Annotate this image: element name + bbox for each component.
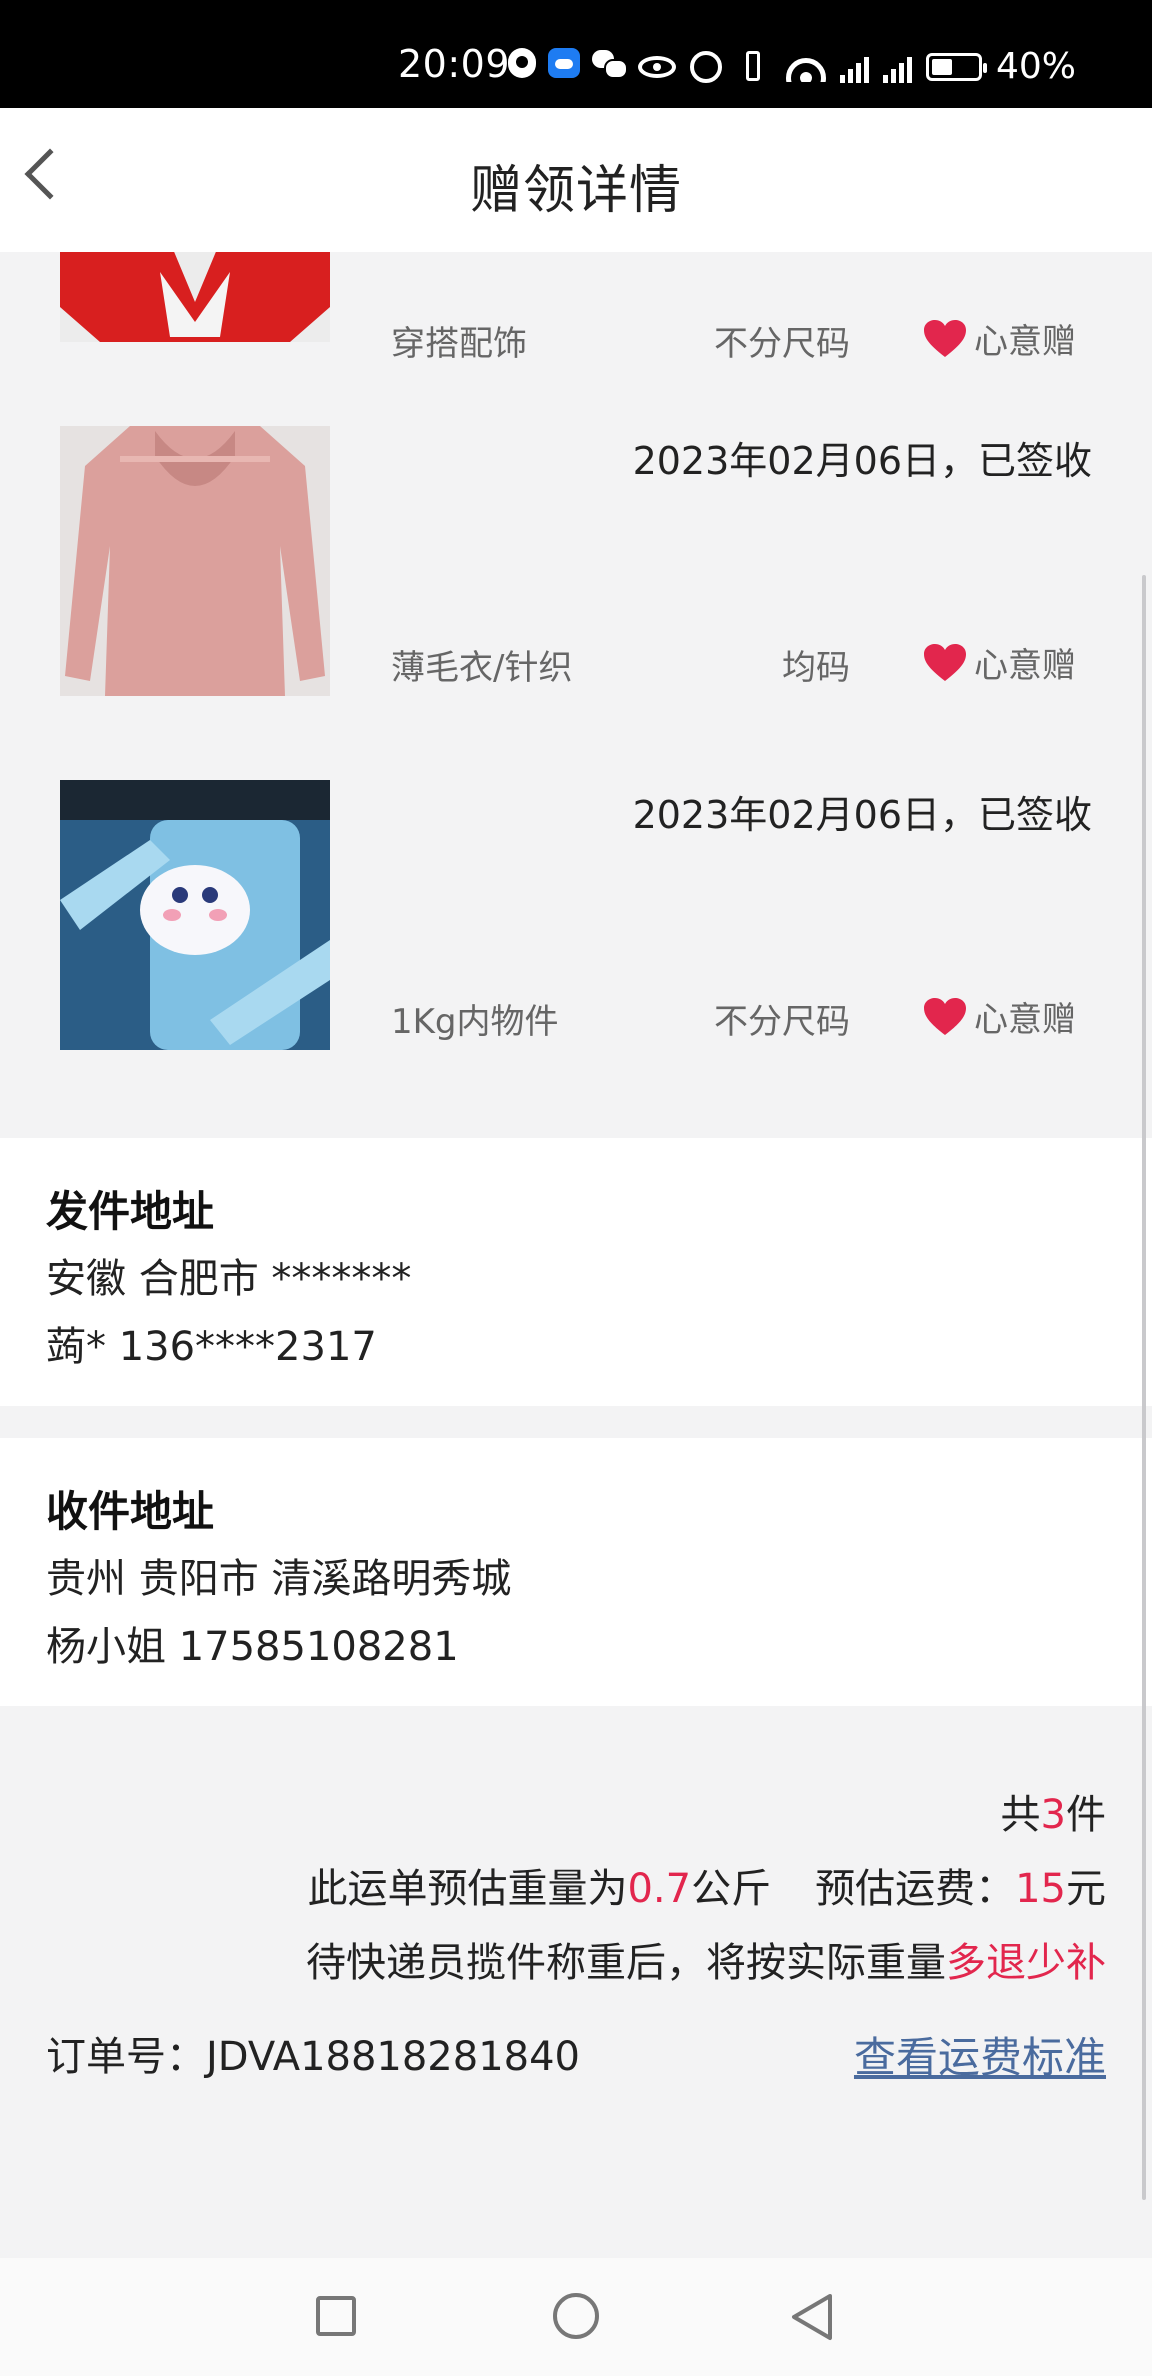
heart-icon: [924, 997, 966, 1036]
home-icon[interactable]: [553, 2293, 599, 2339]
vibrate-icon: [736, 50, 772, 83]
count-suffix: 件: [1066, 1792, 1106, 1838]
receiver-contact: 杨小姐 17585108281: [46, 1624, 459, 1670]
item-date: 2023年02月06日，已签收: [632, 439, 1092, 483]
notification-icons: [508, 48, 628, 79]
sender-contact: 蒟* 136****2317: [46, 1324, 377, 1370]
system-nav-bar: [0, 2258, 1152, 2376]
order-value: JDVA18818281840: [206, 2034, 581, 2080]
item-count: 共3件: [1001, 1782, 1106, 1840]
signal-4g-icon: [883, 51, 912, 83]
signal-4g-icon: [840, 51, 869, 83]
item-category: 薄毛衣/针织: [391, 648, 573, 688]
item-category: 穿搭配饰: [391, 324, 527, 364]
fee-standard-link[interactable]: 查看运费标准: [854, 2024, 1106, 2085]
status-bar: 20:09 40%: [0, 0, 1152, 108]
item-date: 2023年02月06日，已签收: [632, 793, 1092, 837]
fee-prefix: 预估运费：: [815, 1866, 1016, 1912]
scrollbar[interactable]: [1142, 575, 1146, 2200]
heart-icon: [924, 643, 966, 682]
item-category: 1Kg内物件: [391, 1002, 559, 1042]
note-accent: 多退少补: [946, 1940, 1106, 1986]
item-list: 穿搭配饰 不分尺码 心意赠 2023年02月06日，已签收 薄毛衣/针织 均码 …: [0, 252, 1152, 1137]
wechat-icon: [592, 48, 628, 79]
wifi-icon: [786, 52, 826, 82]
cloud-icon: [548, 48, 580, 78]
fee-value: 15: [1015, 1866, 1066, 1912]
order-number: 订单号：JDVA18818281840: [46, 2024, 580, 2082]
gift-label: 心意赠: [974, 646, 1076, 686]
sender-address-section: 发件地址 安徽 合肥市 ******* 蒟* 136****2317: [0, 1138, 1152, 1406]
count-prefix: 共: [1000, 1792, 1041, 1838]
count-value: 3: [1040, 1792, 1066, 1838]
sender-address-title: 发件地址: [46, 1187, 215, 1236]
item-size: 均码: [782, 648, 850, 688]
gift-tag: 心意赠: [924, 314, 1076, 363]
weight-unit: 公斤: [691, 1866, 772, 1912]
item-thumbnail: [60, 426, 330, 696]
item-size: 不分尺码: [714, 1002, 850, 1042]
alarm-icon: [690, 50, 722, 83]
list-item[interactable]: 2023年02月06日，已签收 薄毛衣/针织 均码 心意赠: [0, 396, 1152, 752]
gift-tag: 心意赠: [924, 992, 1076, 1041]
weight-value: 0.7: [627, 1866, 692, 1912]
item-size: 不分尺码: [714, 324, 850, 364]
fee-unit: 元: [1066, 1866, 1106, 1912]
weight-note: 待快递员揽件称重后，将按实际重量多退少补: [306, 1930, 1106, 1988]
order-label: 订单号：: [46, 2034, 206, 2080]
item-thumbnail: [60, 780, 330, 1050]
order-summary: 共3件 此运单预估重量为0.7公斤 预估运费：15元 待快递员揽件称重后，将按实际…: [0, 1708, 1152, 2258]
qq-icon: [508, 48, 536, 78]
weight-fee-line: 此运单预估重量为0.7公斤 预估运费：15元: [307, 1856, 1106, 1914]
weight-prefix: 此运单预估重量为: [307, 1866, 628, 1912]
header: 赠领详情: [0, 108, 1152, 252]
list-item[interactable]: 穿搭配饰 不分尺码 心意赠: [0, 252, 1152, 398]
page-title: 赠领详情: [469, 161, 682, 221]
sender-address: 安徽 合肥市 *******: [46, 1256, 412, 1302]
back-icon[interactable]: [790, 2292, 834, 2346]
receiver-address: 贵州 贵阳市 清溪路明秀城: [46, 1556, 512, 1602]
gift-label: 心意赠: [974, 1000, 1076, 1040]
battery-percent: 40%: [996, 46, 1077, 87]
gift-tag: 心意赠: [924, 638, 1076, 687]
list-item[interactable]: 2023年02月06日，已签收 1Kg内物件 不分尺码 心意赠: [0, 750, 1152, 1137]
receiver-address-section: 收件地址 贵州 贵阳市 清溪路明秀城 杨小姐 17585108281: [0, 1438, 1152, 1706]
battery-icon: [926, 52, 987, 81]
system-icons: 40%: [638, 46, 1076, 87]
status-time: 20:09: [398, 42, 511, 86]
eye-icon: [638, 55, 676, 78]
heart-icon: [924, 319, 966, 358]
note-prefix: 待快递员揽件称重后，将按实际重量: [306, 1940, 946, 1986]
gift-label: 心意赠: [974, 322, 1076, 362]
recent-apps-icon[interactable]: [316, 2296, 356, 2336]
receiver-address-title: 收件地址: [46, 1487, 215, 1536]
item-thumbnail: [60, 252, 330, 342]
